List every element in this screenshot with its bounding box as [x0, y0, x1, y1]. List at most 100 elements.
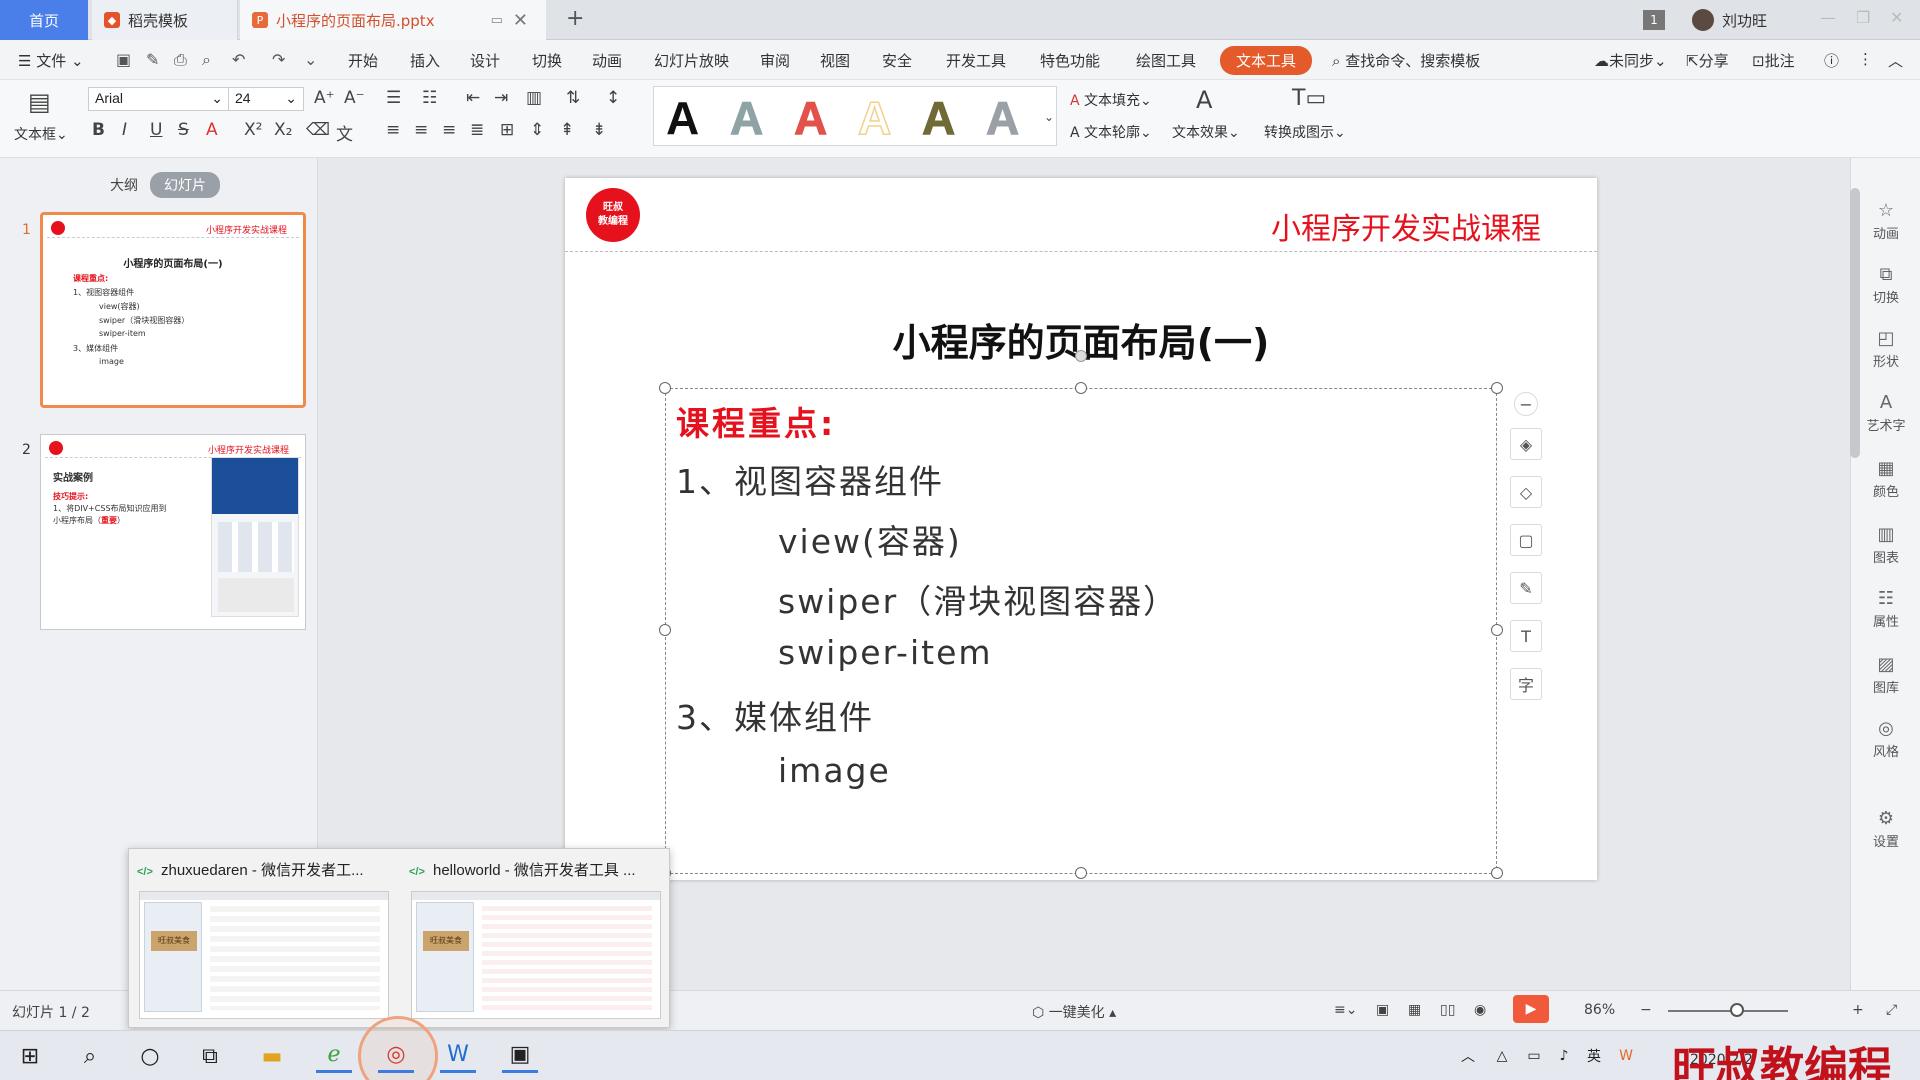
superscript-icon[interactable]: X² — [244, 120, 262, 140]
tab-template[interactable]: ◆ 稻壳模板 — [92, 0, 238, 40]
phonetic-icon[interactable]: 文 — [336, 120, 353, 145]
spacing-after-icon[interactable]: ⇟ — [592, 120, 606, 140]
reading-view-icon[interactable]: ▯▯ — [1440, 1002, 1455, 1018]
paragraph-spacing-icon[interactable]: ⇕ — [530, 120, 544, 140]
menu-transition[interactable]: 切换 — [532, 50, 562, 71]
sync-status[interactable]: ☁未同步⌄ — [1594, 50, 1667, 71]
justify-icon[interactable]: ≣ — [470, 120, 484, 140]
font-color-icon[interactable]: A — [206, 120, 218, 140]
text-effect-icon[interactable]: A — [1196, 86, 1212, 114]
undo-icon[interactable]: ↶ — [232, 50, 245, 69]
resize-handle[interactable] — [659, 382, 671, 394]
underline-icon[interactable]: U — [150, 120, 162, 140]
window-count-badge[interactable]: 1 — [1643, 10, 1665, 30]
menu-devtools[interactable]: 开发工具 — [946, 50, 1006, 71]
subscript-icon[interactable]: X₂ — [274, 120, 292, 140]
cortana-icon[interactable]: ○ — [132, 1039, 168, 1073]
search-icon[interactable]: ⌕ — [72, 1039, 108, 1073]
distribute-icon[interactable]: ⊞ — [500, 120, 514, 140]
convert-diagram-button[interactable]: 转换成图示⌄ — [1264, 122, 1346, 142]
resize-handle[interactable] — [1491, 867, 1503, 879]
menu-start[interactable]: 开始 — [348, 50, 378, 71]
line-spacing-icon[interactable]: ↕ — [606, 88, 620, 108]
menu-slideshow[interactable]: 幻灯片放映 — [654, 50, 729, 71]
preview-window-2[interactable]: </> helloworld - 微信开发者工具 ... 旺叔美食 — [401, 849, 671, 1027]
slide-thumbnail-1[interactable]: 小程序开发实战课程 小程序的页面布局(一) 课程重点: 1、视图容器组件 vie… — [40, 212, 306, 408]
fill-icon[interactable]: ◇ — [1510, 476, 1542, 508]
tab-home[interactable]: 首页 — [0, 0, 88, 40]
print-icon[interactable]: ⎙ — [174, 50, 187, 70]
resize-handle[interactable] — [1491, 624, 1503, 636]
slide-thumbnail-2[interactable]: 小程序开发实战课程 实战案例 技巧提示: 1、将DIV+CSS布局知识应用到 小… — [40, 434, 306, 630]
beautify-button[interactable]: ⬡ 一键美化 ▴ — [1032, 1002, 1116, 1022]
slide[interactable]: 旺叔 教编程 小程序开发实战课程 小程序的页面布局(一) 课程重点: 1、视图容器… — [565, 178, 1597, 880]
italic-icon[interactable]: I — [122, 120, 127, 140]
align-left-icon[interactable]: ≡ — [386, 120, 400, 140]
notes-icon[interactable]: ≡⌄ — [1334, 1002, 1357, 1018]
text-style-4[interactable]: A — [857, 94, 892, 142]
bullet-list-icon[interactable]: ☰ — [386, 88, 401, 108]
text-style-1[interactable]: A — [666, 95, 699, 141]
minimize-icon[interactable]: — — [1820, 8, 1836, 27]
columns-icon[interactable]: ▥ — [526, 88, 542, 108]
close-window-icon[interactable]: ✕ — [1890, 8, 1903, 27]
numbered-list-icon[interactable]: ☷ — [422, 88, 437, 108]
menu-security[interactable]: 安全 — [882, 50, 912, 71]
maximize-icon[interactable]: ❐ — [1856, 8, 1870, 27]
wps-tray-icon[interactable]: W — [1608, 1039, 1644, 1073]
brush-icon[interactable]: ✎ — [1510, 572, 1542, 604]
decrease-font-icon[interactable]: A⁻ — [344, 88, 365, 108]
comment-button[interactable]: ⊡批注 — [1752, 50, 1795, 71]
convert-diagram-icon[interactable]: T▭ — [1292, 86, 1326, 111]
sidebar-transition[interactable]: ⧉ 切换 — [1851, 264, 1920, 306]
text-direction-icon[interactable]: ⇅ — [566, 88, 580, 108]
normal-view-icon[interactable]: ▣ — [1376, 1002, 1389, 1018]
zoom-in-icon[interactable]: + — [1852, 1002, 1864, 1018]
menu-features[interactable]: 特色功能 — [1040, 50, 1100, 71]
screen-recorder-icon[interactable]: ▣ — [502, 1039, 538, 1073]
zoom-slider-handle[interactable] — [1730, 1003, 1744, 1017]
vertical-scrollbar[interactable] — [1850, 188, 1860, 458]
increase-indent-icon[interactable]: ⇥ — [494, 88, 508, 108]
rotate-handle-icon[interactable] — [1075, 350, 1087, 362]
gallery-more-icon[interactable]: ⌄ — [1044, 110, 1054, 124]
spacing-before-icon[interactable]: ⇞ — [560, 120, 574, 140]
save-icon[interactable]: ▣ — [116, 50, 131, 69]
tray-expand-icon[interactable]: ︿ — [1450, 1039, 1486, 1073]
align-right-icon[interactable]: ≡ — [442, 120, 456, 140]
play-slideshow-button[interactable]: ▶ — [1513, 995, 1549, 1023]
text-style-3[interactable]: A — [793, 95, 827, 142]
text-outline-button[interactable]: A 文本轮廓⌄ — [1070, 122, 1152, 142]
customize-icon[interactable]: ⌄ — [304, 50, 317, 69]
close-tab-icon[interactable]: ✕ — [513, 10, 528, 31]
resize-handle[interactable] — [1075, 867, 1087, 879]
text-style-5[interactable]: A — [921, 95, 955, 142]
text-convert-icon[interactable]: T — [1510, 620, 1542, 652]
text-fill-button[interactable]: A 文本填充⌄ — [1070, 90, 1152, 110]
sidebar-wordart[interactable]: A 艺术字 — [1851, 392, 1920, 434]
user-name[interactable]: 刘功旺 — [1722, 10, 1767, 31]
eraser-icon[interactable]: ⌫ — [306, 120, 330, 140]
sidebar-settings[interactable]: ⚙ 设置 — [1851, 808, 1920, 850]
wps-writer-icon[interactable]: W — [440, 1039, 476, 1073]
input-method-icon[interactable]: 英 — [1576, 1039, 1612, 1073]
browser-icon[interactable]: ℯ — [316, 1039, 352, 1073]
text-style-2[interactable]: A — [729, 95, 763, 142]
selected-textbox[interactable]: 课程重点: 1、视图容器组件 view(容器) swiper（滑块视图容器） s… — [665, 388, 1497, 874]
font-family-select[interactable]: Arial ⌄ — [88, 87, 230, 111]
sidebar-shape[interactable]: ◰ 形状 — [1851, 328, 1920, 370]
file-menu[interactable]: ☰ 文件 ⌄ — [18, 50, 84, 71]
sidebar-animation[interactable]: ☆ 动画 — [1851, 200, 1920, 242]
align-center-icon[interactable]: ≡ — [414, 120, 428, 140]
more-icon[interactable]: ⋮ — [1858, 50, 1873, 68]
resize-handle[interactable] — [1075, 382, 1087, 394]
collapse-ribbon-icon[interactable]: ︿ — [1888, 50, 1903, 71]
sorter-view-icon[interactable]: ▦ — [1408, 1002, 1421, 1018]
menu-drawing-tools[interactable]: 绘图工具 — [1136, 50, 1196, 71]
sidebar-style[interactable]: ◎ 风格 — [1851, 718, 1920, 760]
notification-icon[interactable]: △ — [1484, 1039, 1520, 1073]
window-restore-icon[interactable]: ▭ — [491, 13, 503, 28]
fit-window-icon[interactable]: ⤢ — [1886, 1002, 1897, 1018]
print-preview-icon[interactable]: ⌕ — [202, 50, 211, 70]
text-style-6[interactable]: A — [985, 95, 1019, 142]
